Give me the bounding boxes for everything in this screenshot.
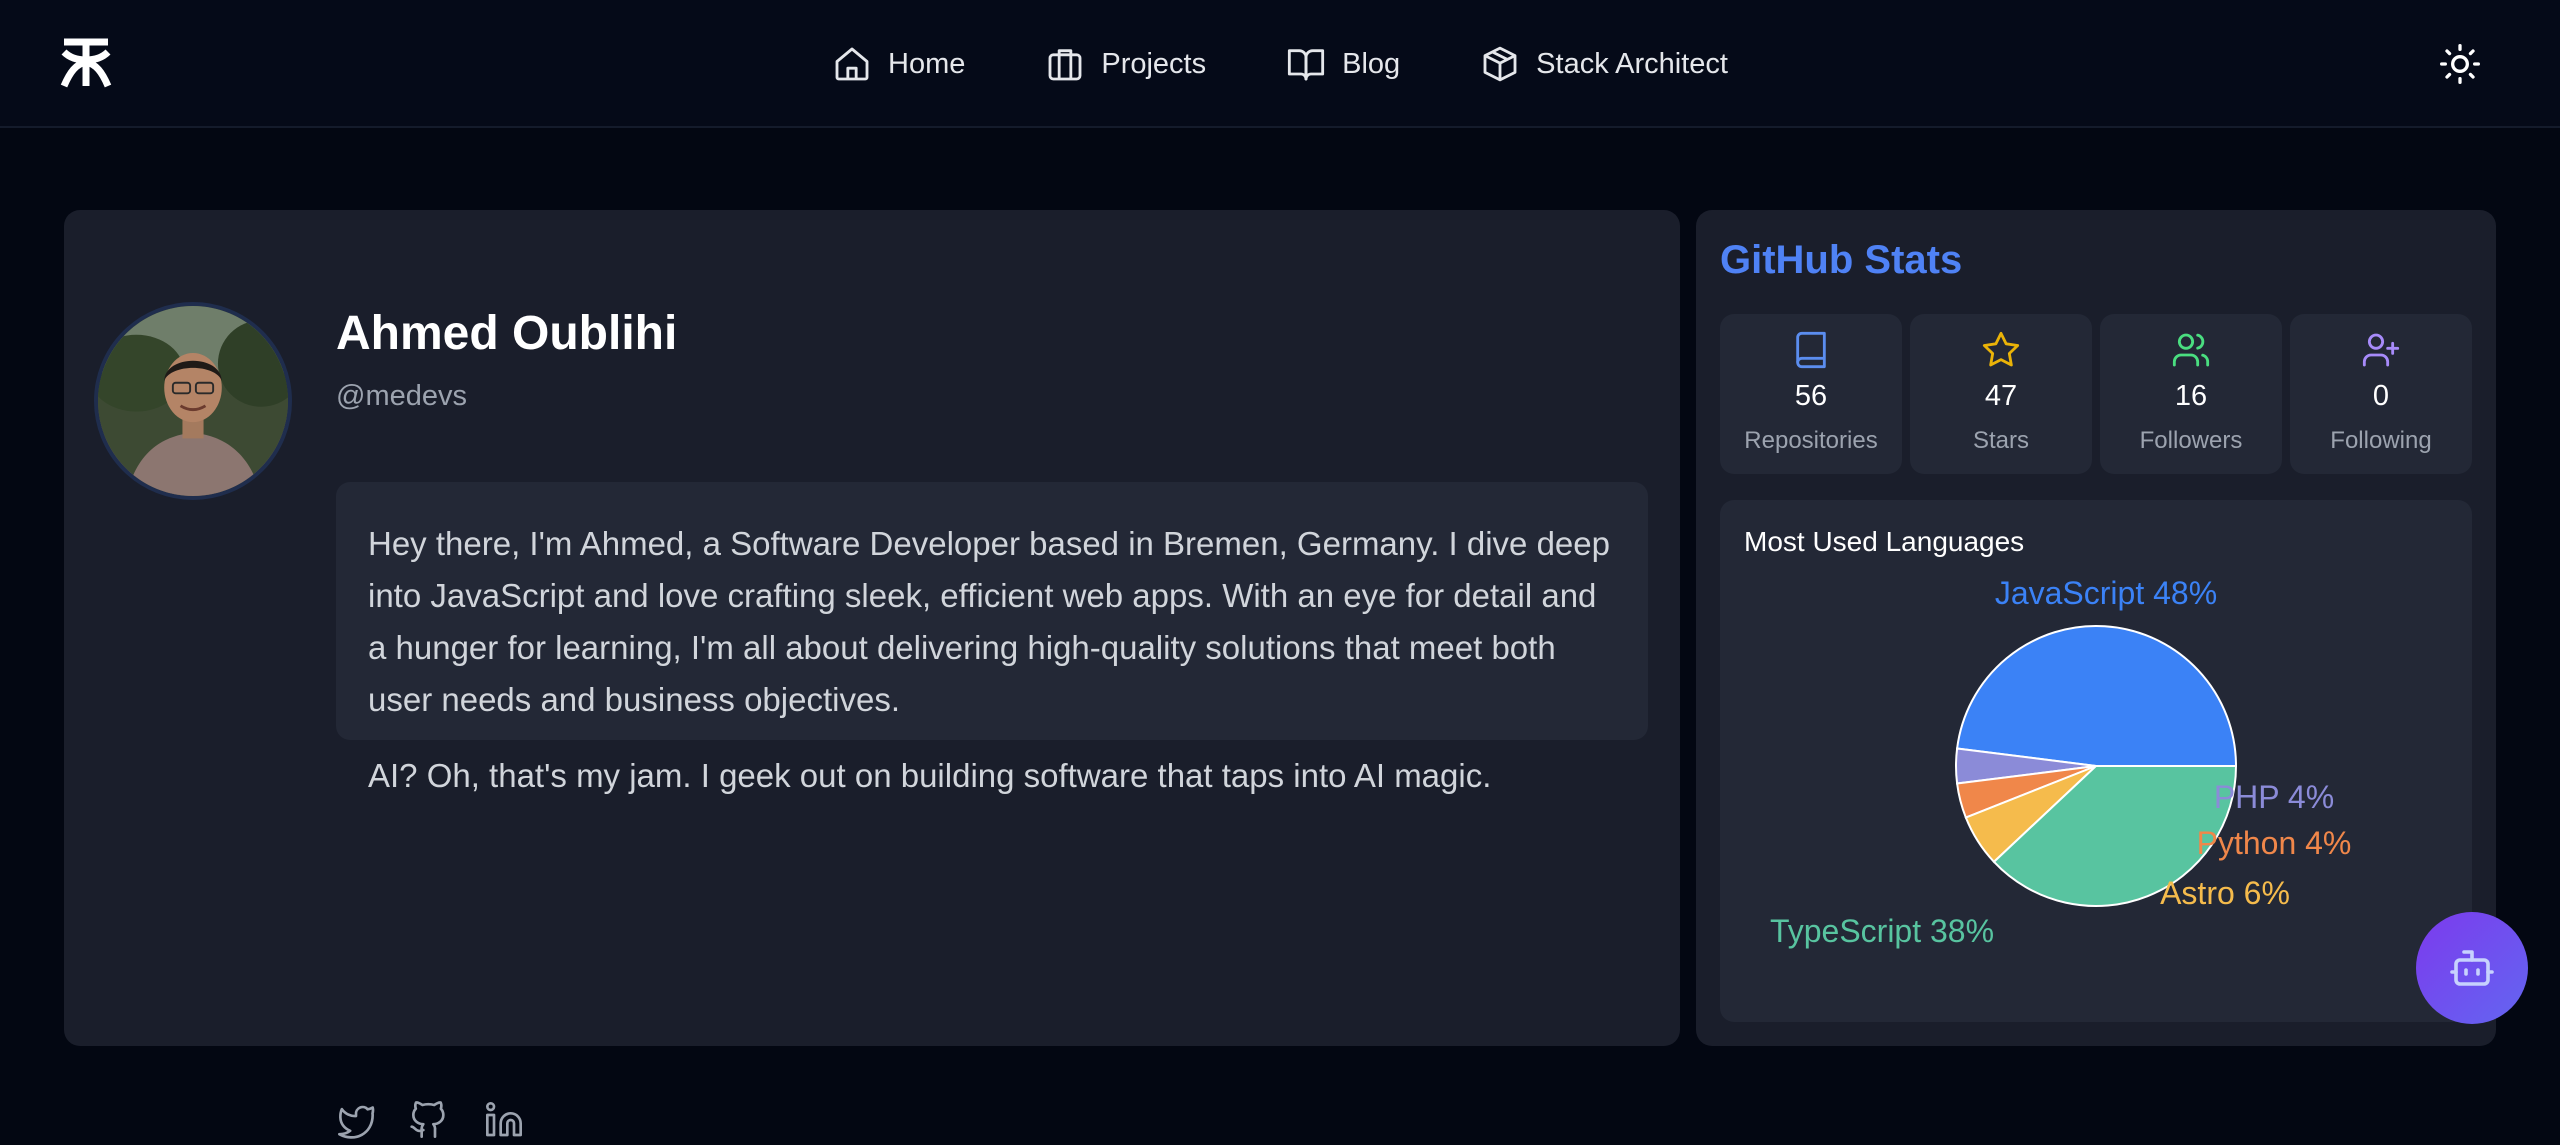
nav-links: Home Projects Blog Stack Architect: [0, 0, 2560, 128]
stat-value: 56: [1794, 380, 1828, 412]
social-links: [336, 1100, 524, 1140]
bio-box: Hey there, I'm Ahmed, a Software Develop…: [336, 482, 1648, 794]
stat-value: 16: [2174, 380, 2208, 412]
stat-tile-repositories: 56 Repositories: [1720, 314, 1902, 474]
stat-tiles: 56 Repositories 47 Stars 16 Followers 0 …: [1720, 314, 2472, 474]
nav-label-stack-architect: Stack Architect: [1536, 47, 1728, 80]
pie-label-javascript: JavaScript 48%: [1995, 575, 2217, 611]
box-icon: [1483, 46, 1517, 82]
stat-label: Followers: [2139, 427, 2243, 454]
chat-bot-button[interactable]: [2416, 912, 2528, 1024]
linkedin-icon[interactable]: [484, 1100, 524, 1140]
briefcase-icon: [1048, 49, 1082, 81]
book-icon: [1791, 330, 1831, 370]
pie-label-astro: Astro 6%: [2160, 875, 2290, 911]
stat-tile-following: 0 Following: [2290, 314, 2472, 474]
profile-card: Ahmed Oublihi @medevs Hey there, I'm Ahm…: [64, 210, 1680, 1139]
bot-icon: [2450, 950, 2494, 986]
nav-label-projects: Projects: [1101, 47, 1207, 80]
stats-title: GitHub Stats: [1720, 238, 1963, 282]
book-open-icon: [1288, 49, 1325, 81]
profile-handle: @medevs: [336, 380, 467, 412]
star-icon: [1981, 330, 2021, 370]
pie-label-python: Python 4%: [2197, 825, 2352, 861]
pie-label-typescript: TypeScript 38%: [1770, 913, 1994, 949]
sun-icon: [2440, 44, 2480, 84]
languages-chart-box: Most Used Languages JavaScript 48% PHP 4%…: [1720, 500, 2472, 1022]
profile-name: Ahmed Oublihi: [336, 307, 678, 360]
user-plus-icon: [2361, 330, 2401, 370]
nav-item-stack-architect[interactable]: Stack Architect: [1480, 44, 1728, 84]
top-navbar: Home Projects Blog Stack Architect: [0, 0, 2560, 128]
github-stats-card: GitHub Stats 56 Repositories 47 Stars 16…: [1696, 210, 2496, 1046]
nav-label-blog: Blog: [1342, 47, 1401, 80]
bio-paragraph: AI? Oh, that's my jam. I geek out on bui…: [368, 757, 1492, 794]
nav-item-home[interactable]: Home: [832, 44, 965, 84]
twitter-icon[interactable]: [336, 1100, 376, 1140]
nav-label-home: Home: [888, 47, 966, 80]
users-icon: [2171, 330, 2211, 370]
languages-pie-chart: JavaScript 48% PHP 4% Python 4% Astro 6% Typ…: [1770, 575, 2352, 949]
nav-item-blog[interactable]: Blog: [1286, 44, 1400, 84]
avatar: [94, 302, 292, 500]
stat-label: Repositories: [1744, 427, 1878, 454]
stat-value: 47: [1984, 380, 2018, 412]
home-icon: [835, 47, 869, 81]
pie-label-php: PHP 4%: [2214, 779, 2334, 815]
nav-item-projects[interactable]: Projects: [1045, 44, 1206, 84]
theme-toggle-button[interactable]: [2438, 42, 2482, 86]
stat-tile-followers: 16 Followers: [2100, 314, 2282, 474]
stat-label: Following: [2330, 427, 2432, 454]
stat-tile-stars: 47 Stars: [1910, 314, 2092, 474]
stat-value: 0: [2372, 380, 2390, 412]
pie-slice-javascript[interactable]: [1955, 625, 2238, 767]
bio-paragraph: Hey there, I'm Ahmed, a Software Develop…: [368, 525, 1610, 718]
stat-label: Stars: [1972, 427, 2029, 454]
github-icon[interactable]: [410, 1100, 450, 1140]
